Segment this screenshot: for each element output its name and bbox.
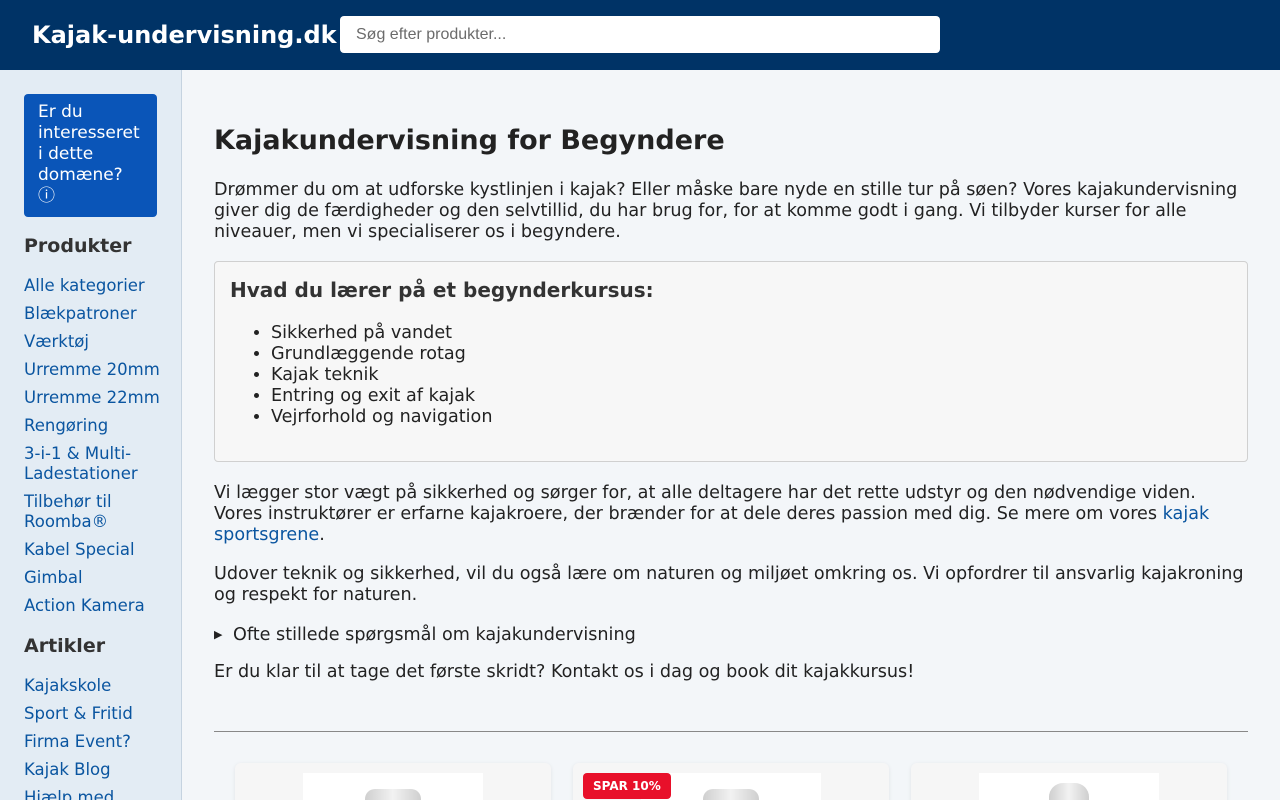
sidebar-link[interactable]: Firma Event? bbox=[24, 732, 131, 751]
sidebar-link[interactable]: Sport & Fritid bbox=[24, 704, 133, 723]
sidebar-item-urremme-22mm: Urremme 22mm bbox=[24, 388, 174, 408]
product-card[interactable] bbox=[235, 763, 551, 800]
sidebar-item-firma-event: Firma Event? bbox=[24, 732, 174, 752]
domain-interest-button[interactable]: Er du interesseret i dette domæne? ⓘ bbox=[24, 94, 157, 217]
safety-paragraph: Vi lægger stor vægt på sikkerhed og sørg… bbox=[214, 483, 1248, 546]
product-image bbox=[979, 773, 1159, 800]
search-input[interactable] bbox=[340, 16, 940, 53]
sidebar-link[interactable]: Kabel Special bbox=[24, 540, 135, 559]
sidebar-link[interactable]: Rengøring bbox=[24, 416, 108, 435]
call-to-action: Er du klar til at tage det første skridt… bbox=[214, 662, 915, 682]
page-title: Kajakundervisning for Begyndere bbox=[214, 125, 725, 156]
disclosure-triangle-icon: ▶ bbox=[214, 628, 223, 641]
intro-paragraph: Drømmer du om at udforske kystlinjen i k… bbox=[214, 180, 1238, 242]
sidebar-link[interactable]: Alle kategorier bbox=[24, 276, 145, 295]
sidebar-item-gimbal: Gimbal bbox=[24, 568, 174, 588]
sidebar-item-kajakskole: Kajakskole bbox=[24, 676, 174, 696]
list-item: Entring og exit af kajak bbox=[271, 386, 492, 407]
sidebar-item-kajak-blog: Kajak Blog bbox=[24, 760, 174, 780]
sidebar-item-hjaelp: Hjælp med bbox=[24, 788, 174, 800]
safety-text-end: . bbox=[319, 525, 325, 545]
sidebar-item-blaekpatroner: Blækpatroner bbox=[24, 304, 174, 324]
sidebar-link[interactable]: 3-i-1 & Multi-Ladestationer bbox=[24, 444, 138, 483]
sidebar-item-sport-fritid: Sport & Fritid bbox=[24, 704, 174, 724]
discount-badge: SPAR 10% bbox=[583, 773, 671, 799]
product-card[interactable] bbox=[911, 763, 1227, 800]
sidebar-link[interactable]: Kajak Blog bbox=[24, 760, 111, 779]
sidebar-item-roomba: Tilbehør til Roomba® bbox=[24, 492, 174, 532]
articles-nav: Kajakskole Sport & Fritid Firma Event? K… bbox=[24, 676, 174, 800]
sidebar-item-kabel-special: Kabel Special bbox=[24, 540, 174, 560]
site-logo[interactable]: Kajak-undervisning.dk bbox=[32, 20, 337, 50]
sidebar-item-action-kamera: Action Kamera bbox=[24, 596, 174, 616]
sidebar-item-vaerktoej: Værktøj bbox=[24, 332, 174, 352]
list-item: Grundlæggende rotag bbox=[271, 344, 492, 365]
products-heading: Produkter bbox=[24, 235, 132, 257]
sidebar-link[interactable]: Tilbehør til Roomba® bbox=[24, 492, 112, 531]
sidebar-link[interactable]: Værktøj bbox=[24, 332, 89, 351]
nature-paragraph: Udover teknik og sikkerhed, vil du også … bbox=[214, 564, 1244, 605]
sidebar-item-ladestationer: 3-i-1 & Multi-Ladestationer bbox=[24, 444, 174, 484]
sidebar-link[interactable]: Urremme 20mm bbox=[24, 360, 160, 379]
divider bbox=[214, 731, 1248, 732]
sidebar: Er du interesseret i dette domæne? ⓘ Pro… bbox=[0, 70, 182, 800]
sidebar-link[interactable]: Kajakskole bbox=[24, 676, 111, 695]
faq-toggle[interactable]: ▶ Ofte stillede spørgsmål om kajakundervi… bbox=[214, 624, 636, 646]
faq-summary: Ofte stillede spørgsmål om kajakundervis… bbox=[233, 625, 636, 645]
sidebar-item-rengoering: Rengøring bbox=[24, 416, 174, 436]
safety-text: Vi lægger stor vægt på sikkerhed og sørg… bbox=[214, 483, 1196, 524]
site-header: Kajak-undervisning.dk bbox=[0, 0, 1280, 70]
course-info-heading: Hvad du lærer på et begynderkursus: bbox=[230, 278, 654, 302]
list-item: Sikkerhed på vandet bbox=[271, 323, 492, 344]
products-nav: Alle kategorier Blækpatroner Værktøj Urr… bbox=[24, 276, 174, 624]
sidebar-link[interactable]: Hjælp med bbox=[24, 788, 114, 800]
articles-heading: Artikler bbox=[24, 635, 106, 657]
list-item: Kajak teknik bbox=[271, 365, 492, 386]
product-image bbox=[303, 773, 483, 800]
sidebar-link[interactable]: Gimbal bbox=[24, 568, 83, 587]
course-topics-list: Sikkerhed på vandet Grundlæggende rotag … bbox=[271, 323, 492, 428]
sidebar-item-alle-kategorier: Alle kategorier bbox=[24, 276, 174, 296]
sidebar-link[interactable]: Urremme 22mm bbox=[24, 388, 160, 407]
sidebar-item-urremme-20mm: Urremme 20mm bbox=[24, 360, 174, 380]
sidebar-link[interactable]: Action Kamera bbox=[24, 596, 145, 615]
list-item: Vejrforhold og navigation bbox=[271, 407, 492, 428]
course-info-box: Hvad du lærer på et begynderkursus: Sikk… bbox=[214, 261, 1248, 462]
sidebar-link[interactable]: Blækpatroner bbox=[24, 304, 137, 323]
product-card[interactable]: SPAR 10% bbox=[573, 763, 889, 800]
